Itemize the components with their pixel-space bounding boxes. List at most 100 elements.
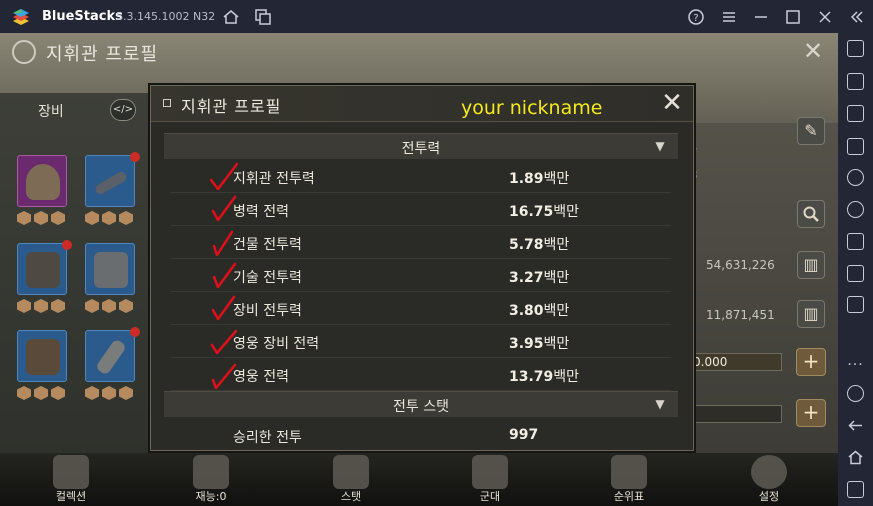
stat-row: 병력 전력 16.75백만 (171, 193, 671, 226)
stat-value: 16.75백만 (509, 204, 580, 220)
nav-stats[interactable]: 스탯 (316, 453, 386, 506)
soldiers-icon (472, 455, 508, 489)
right-sidebar: ··· (838, 33, 873, 506)
page-title: 지휘관 프로필 (46, 44, 159, 65)
nav-settings[interactable]: 설정 (734, 453, 804, 506)
stat-value: 997 (509, 427, 539, 443)
notification-dot (62, 240, 72, 250)
help-icon[interactable]: ? (687, 8, 705, 26)
nav-label: 순위표 (613, 490, 645, 503)
equipment-slot-helmet[interactable] (17, 155, 67, 207)
stat-row: 영웅 장비 전력 3.95백만 (171, 325, 671, 358)
equipment-slot-weapon[interactable] (85, 155, 135, 207)
more-icon[interactable]: ··· (847, 358, 864, 372)
camera-icon (53, 455, 89, 489)
nav-leaderboard[interactable]: 순위표 (594, 453, 664, 506)
chart-icon[interactable]: ▥ (797, 251, 825, 279)
stat-label: 영웅 장비 전력 (233, 336, 320, 352)
equipment-slot-accessory[interactable] (85, 330, 135, 382)
keyboard-icon[interactable] (847, 138, 864, 155)
stat-row: 건물 전투력 5.78백만 (171, 226, 671, 259)
menu-icon[interactable] (720, 8, 738, 26)
sync-icon[interactable] (847, 201, 864, 218)
nav-label: 스탯 (340, 490, 362, 503)
maximize-icon[interactable] (784, 8, 802, 26)
multi-instance-icon[interactable] (254, 8, 272, 26)
settings-icon[interactable] (847, 385, 864, 402)
commander-profile-modal: 지휘관 프로필 your nickname ✕ 전투력 ▼ 지휘관 전투력 1.… (150, 85, 694, 451)
stat-value: 3.27백만 (509, 270, 570, 286)
notification-dot (130, 152, 140, 162)
gamepad-icon[interactable] (847, 233, 864, 250)
slot-rank (85, 386, 133, 400)
glove-icon (94, 252, 128, 288)
nav-army[interactable]: 군대 (455, 453, 525, 506)
trophy-icon (611, 455, 647, 489)
stat-label: 지휘관 전투력 (233, 171, 315, 187)
equipment-slot-boots[interactable] (17, 330, 67, 382)
apk-icon[interactable] (847, 265, 864, 282)
close-icon[interactable] (816, 8, 834, 26)
nav-label: 재능:0 (195, 490, 227, 503)
stat-label: 기술 전투력 (233, 270, 302, 286)
back-icon[interactable] (847, 417, 864, 434)
chevron-down-icon[interactable]: ▼ (651, 395, 669, 413)
stat-label: 장비 전투력 (233, 303, 302, 319)
minimize-icon[interactable] (752, 8, 770, 26)
game-screen[interactable]: 지휘관 프로필 ✕ 장비 </> ✎ 3 7 54,631,226 ▥ 11,8… (0, 33, 838, 506)
modal-header: 지휘관 프로필 your nickname ✕ (151, 86, 693, 122)
title-bar: BlueStacks 5.3.145.1002 N32 ? (0, 0, 873, 33)
equipment-slot-gloves[interactable] (85, 243, 135, 295)
profile-icon (12, 40, 36, 64)
gear-icon (751, 455, 787, 489)
knife-icon (94, 338, 128, 376)
slot-rank (85, 211, 133, 225)
nav-talent[interactable]: 재능:0 (176, 453, 246, 506)
nav-label: 설정 (758, 490, 780, 503)
section-title: 전투 스탯 (393, 399, 449, 415)
stat-row: 영웅 전력 13.79백만 (171, 358, 671, 391)
add-button[interactable]: + (796, 348, 826, 376)
equipment-toggle-button[interactable]: </> (110, 99, 136, 121)
section-header-battle-stats[interactable]: 전투 스탯 ▼ (164, 391, 678, 417)
stat-row: 장비 전투력 3.80백만 (171, 292, 671, 325)
bluestacks-logo (13, 9, 29, 25)
stat-value: 3.80백만 (509, 303, 570, 319)
screenshot-video-icon[interactable] (847, 105, 864, 122)
notification-dot (130, 327, 140, 337)
chevron-down-icon[interactable]: ▼ (651, 137, 669, 155)
stat-label: 영웅 전력 (233, 369, 289, 385)
stat-value: 13.79백만 (509, 369, 580, 385)
stat-value: 1.89백만 (509, 171, 570, 187)
nav-label: 군대 (479, 490, 501, 503)
macro-icon[interactable] (847, 169, 864, 186)
page-close-icon[interactable]: ✕ (800, 39, 826, 65)
search-icon[interactable] (797, 200, 825, 228)
bullet-icon (163, 99, 171, 107)
power-number: 11,871,451 (706, 308, 775, 322)
recent-apps-icon[interactable] (847, 481, 864, 498)
home-icon[interactable] (847, 449, 864, 466)
vest-icon (26, 252, 60, 288)
chart-icon[interactable]: ▥ (797, 300, 825, 328)
volume-icon[interactable] (847, 73, 864, 90)
power-number: 54,631,226 (706, 258, 775, 272)
stat-row: 승리한 전투 997 (171, 419, 671, 452)
app-name: BlueStacks (42, 9, 123, 24)
nav-collection[interactable]: 컬렉션 (36, 453, 106, 506)
fullscreen-icon[interactable] (847, 40, 864, 57)
collapse-sidebar-icon[interactable] (848, 8, 866, 26)
edit-icon[interactable]: ✎ (797, 117, 825, 145)
svg-text:?: ? (693, 13, 698, 24)
head-icon (193, 455, 229, 489)
home-icon[interactable] (222, 8, 240, 26)
stat-label: 병력 전력 (233, 204, 289, 220)
section-header-power[interactable]: 전투력 ▼ (164, 133, 678, 159)
stat-label: 승리한 전투 (233, 430, 302, 446)
camera-icon[interactable] (847, 296, 864, 313)
app-version: 5.3.145.1002 N32 (116, 10, 216, 23)
modal-close-icon[interactable]: ✕ (659, 90, 685, 117)
equipment-slot-armor[interactable] (17, 243, 67, 295)
stat-label: 건물 전투력 (233, 237, 302, 253)
add-button[interactable]: + (796, 399, 826, 427)
